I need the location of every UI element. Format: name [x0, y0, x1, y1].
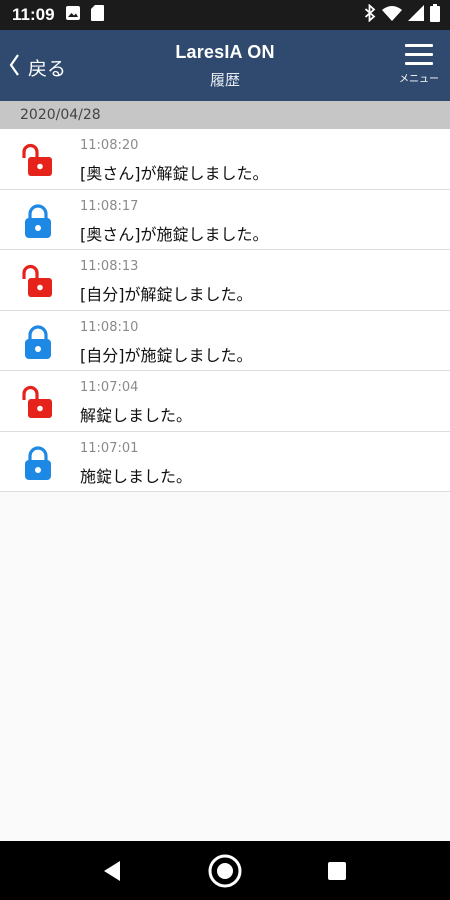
- history-entry: 11:08:10 [自分]が施錠しました。: [0, 310, 450, 371]
- battery-icon: [430, 4, 440, 26]
- history-entry: 11:08:20 [奥さん]が解錠しました。: [0, 129, 450, 190]
- lock-open-icon: [21, 385, 53, 421]
- app-title: LaresIA ON: [175, 42, 275, 62]
- history-list: 11:08:20 [奥さん]が解錠しました。 11:08:17 [奥さん]が施錠しまし…: [0, 129, 450, 492]
- lock-open-icon: [21, 143, 53, 179]
- entry-time: 11:07:01: [80, 440, 139, 456]
- history-entry: 11:07:04 解錠しました。: [0, 371, 450, 432]
- status-bar: 11:09: [0, 0, 450, 30]
- lock-closed-icon: [21, 324, 53, 361]
- lock-open-icon: [21, 264, 53, 300]
- entry-time: 11:08:20: [80, 138, 139, 153]
- history-entry: 11:07:01 施錠しました。: [0, 431, 450, 492]
- back-button[interactable]: 戻る: [8, 52, 66, 82]
- signal-icon: [408, 5, 424, 25]
- entry-message: [自分]が施錠しました。: [80, 345, 253, 365]
- history-entry: 11:08:13 [自分]が解錠しました。: [0, 250, 450, 311]
- header-titles: LaresIA ON 履歴: [100, 42, 350, 90]
- entry-time: 11:08:17: [80, 198, 139, 214]
- sim-card-icon: [90, 5, 104, 25]
- lock-closed-icon: [21, 445, 53, 482]
- entry-message: 施錠しました。: [80, 466, 193, 486]
- entry-message: [自分]が解錠しました。: [80, 285, 253, 304]
- image-icon: [65, 5, 81, 25]
- app-header: 戻る LaresIA ON 履歴 メニュー: [0, 30, 450, 101]
- history-entry: 11:08:17 [奥さん]が施錠しました。: [0, 189, 450, 250]
- entry-time: 11:08:13: [80, 259, 139, 274]
- entry-message: [奥さん]が施錠しました。: [80, 224, 269, 244]
- entry-time: 11:07:04: [80, 380, 139, 395]
- wifi-icon: [382, 5, 402, 25]
- entry-message: 解錠しました。: [80, 406, 193, 425]
- back-label: 戻る: [28, 57, 67, 80]
- recents-square-icon[interactable]: [307, 841, 367, 900]
- lock-closed-icon: [21, 203, 53, 240]
- hamburger-icon: [405, 44, 433, 71]
- page-title: 履歴: [209, 71, 240, 89]
- bluetooth-icon: [364, 3, 376, 26]
- entry-time: 11:08:10: [80, 319, 139, 335]
- back-triangle-icon[interactable]: [82, 841, 142, 900]
- menu-button[interactable]: メニュー: [396, 44, 442, 92]
- system-navigation-bar: [0, 841, 450, 900]
- menu-label: メニュー: [399, 74, 439, 85]
- date-section-header: 2020/04/28: [0, 101, 450, 129]
- status-time: 11:09: [12, 5, 55, 24]
- entry-message: [奥さん]が解錠しました。: [80, 164, 269, 183]
- home-circle-icon[interactable]: [195, 841, 255, 900]
- chevron-left-icon: [8, 53, 20, 81]
